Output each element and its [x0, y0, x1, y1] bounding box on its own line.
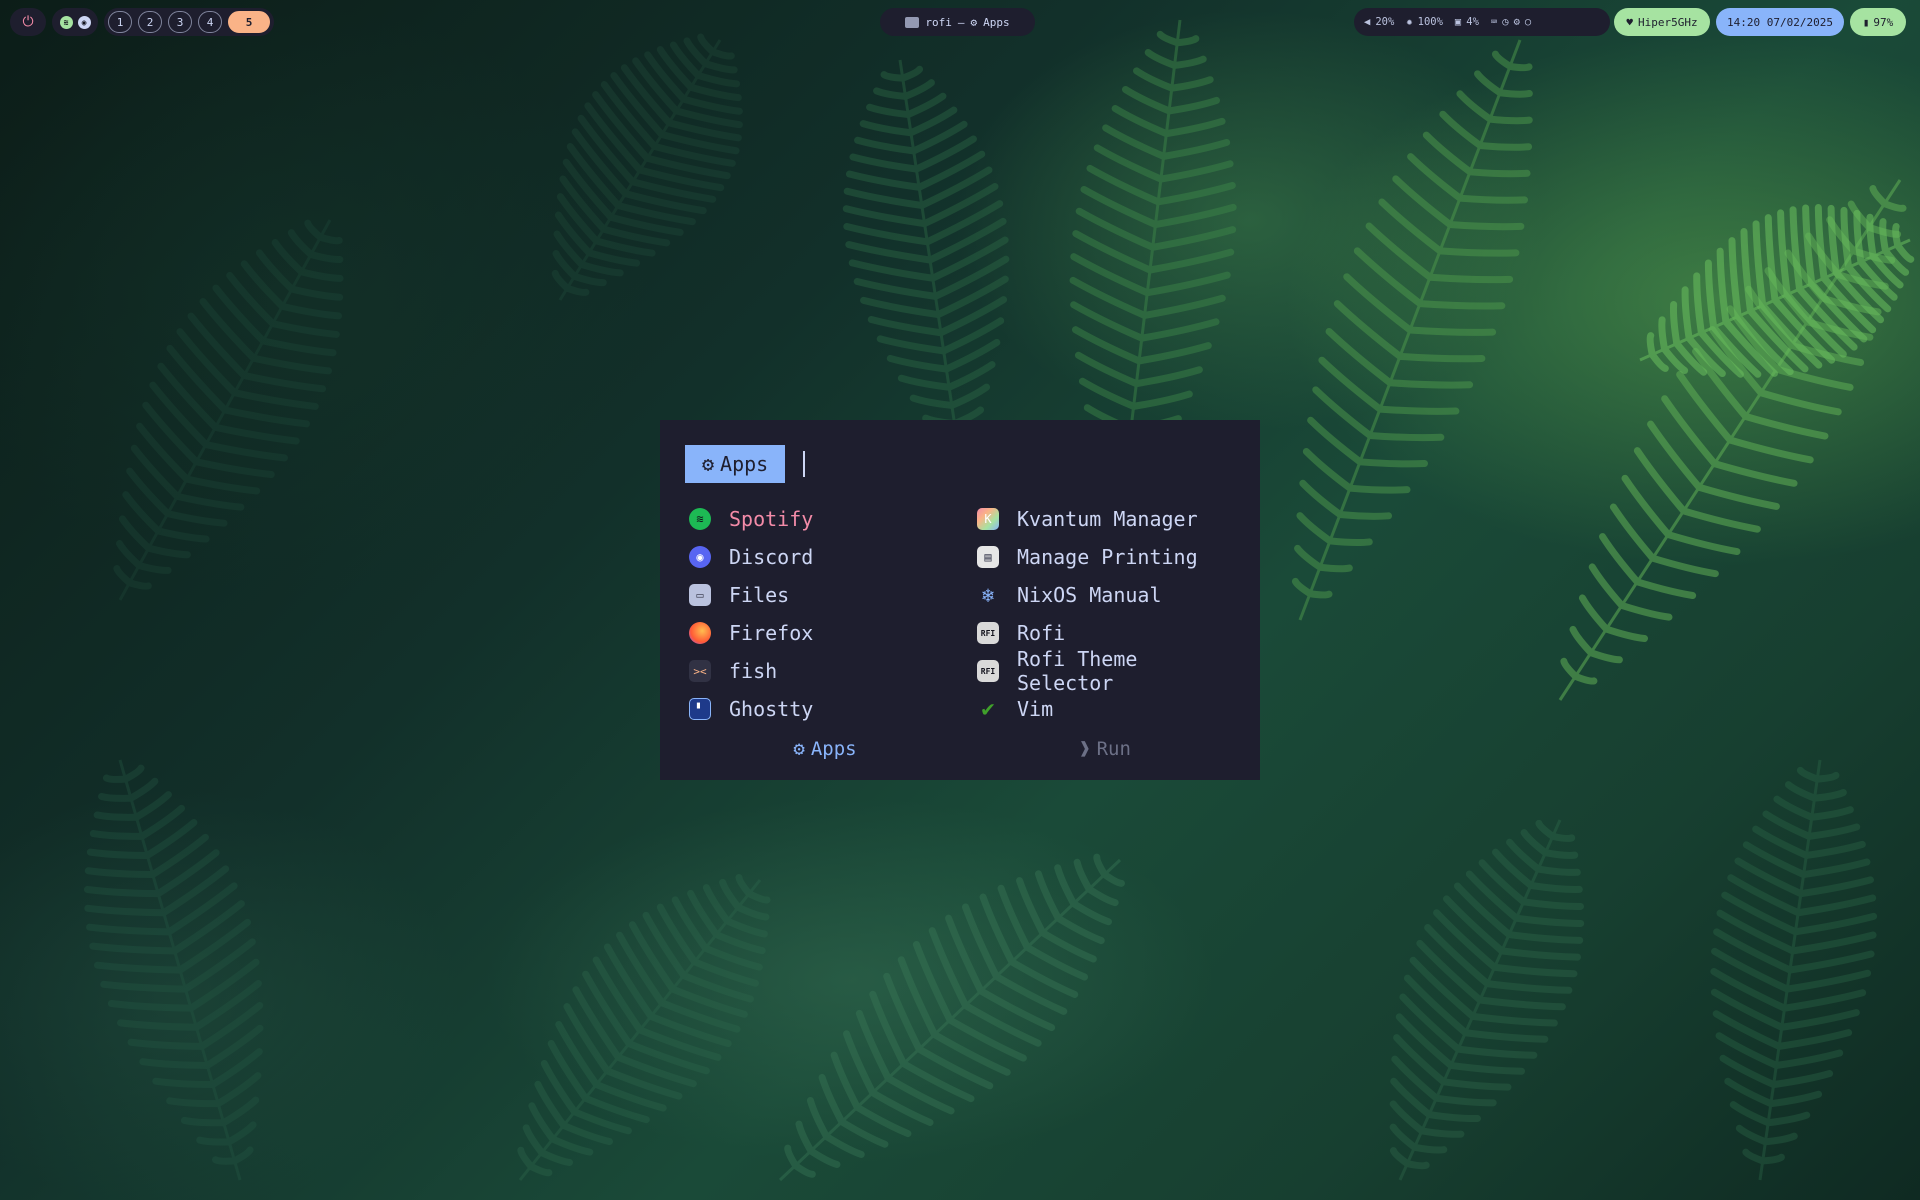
rofi-icon [905, 16, 920, 28]
rofi-entry-list: ≋ Spotify K Kvantum Manager ◉ Discord ▤ … [685, 500, 1245, 728]
gear-icon: ⚙ [970, 15, 978, 29]
entry-kvantum-manager[interactable]: K Kvantum Manager [973, 500, 1245, 538]
battery-value: 97% [1873, 15, 1894, 29]
spotify-icon[interactable]: ≋ [59, 15, 73, 29]
settings-icon[interactable]: ⚙ [1514, 16, 1520, 28]
discord-icon: ◉ [689, 546, 711, 568]
entry-rofi-theme-selector[interactable]: RFI Rofi Theme Selector [973, 647, 1245, 695]
entry-label: Vim [1017, 697, 1054, 721]
brightness-value: 100% [1417, 16, 1443, 28]
brightness-indicator[interactable]: ✹ 100% [1406, 16, 1443, 28]
entry-label: Manage Printing [1017, 545, 1198, 569]
keyboard-icon[interactable]: ⌨ [1491, 16, 1497, 28]
memory-value: 4% [1466, 16, 1479, 28]
entry-manage-printing[interactable]: ▤ Manage Printing [973, 538, 1245, 576]
workspace-3[interactable]: 3 [168, 11, 192, 33]
fern-frond [778, 853, 1125, 1182]
window-app-name: rofi [925, 15, 952, 29]
battery-indicator[interactable]: ▮ 97% [1850, 8, 1906, 36]
volume-icon: ◀ [1364, 16, 1371, 28]
mode-label: Run [1096, 738, 1131, 760]
fern-frond [1389, 819, 1585, 1181]
entry-label: Rofi [1017, 621, 1066, 645]
fern-frond [83, 759, 264, 1181]
entry-label: Rofi Theme Selector [1017, 647, 1138, 695]
entry-firefox[interactable]: Firefox [685, 614, 973, 652]
entry-label: fish [729, 659, 778, 683]
entry-label: Discord [729, 545, 814, 569]
memory-icon: ▣ [1454, 16, 1462, 28]
mode-label: Apps [810, 738, 857, 760]
vim-icon: ✔ [981, 696, 995, 722]
chevron-right-icon: ❱ [1079, 738, 1091, 760]
mode-run-button[interactable]: ❱ Run [965, 738, 1245, 760]
workspace-2[interactable]: 2 [138, 11, 162, 33]
workspace-5[interactable]: 5 [228, 11, 270, 33]
discord-icon[interactable]: ◉ [77, 15, 91, 29]
fern-frond [1291, 39, 1533, 621]
entry-spotify[interactable]: ≋ Spotify [685, 500, 973, 538]
entry-label: Spotify [729, 507, 814, 531]
volume-value: 20% [1375, 16, 1395, 28]
clock-text: 14:20 07/02/2025 [1727, 15, 1833, 29]
nixos-icon: ❄ [981, 583, 995, 607]
entry-nixos-manual[interactable]: ❄ NixOS Manual [973, 576, 1245, 614]
wifi-icon: ♥ [1626, 15, 1633, 29]
entry-vim[interactable]: ✔ Vim [973, 690, 1245, 728]
mode-apps-button[interactable]: ⚙ Apps [685, 738, 965, 760]
window-mode-name: Apps [983, 15, 1010, 29]
battery-icon: ▮ [1862, 15, 1870, 29]
system-status: ◀ 20% ✹ 100% ▣ 4% ⌨ ◷ ⚙ ○ [1354, 8, 1610, 36]
window-title-separator: – [957, 15, 965, 29]
circle-icon[interactable]: ○ [1525, 16, 1531, 28]
firefox-icon [689, 622, 711, 644]
fern-frond [1710, 759, 1878, 1181]
entry-discord[interactable]: ◉ Discord [685, 538, 973, 576]
entry-label: Firefox [729, 621, 814, 645]
fern-frond [551, 33, 743, 301]
rofi-inputbar: ⚙ Apps [685, 445, 806, 483]
tray-icons: ⌨ ◷ ⚙ ○ [1491, 16, 1531, 28]
workspace-1[interactable]: 1 [108, 11, 132, 33]
network-name: Hiper5GHz [1638, 15, 1698, 29]
clock-icon[interactable]: ◷ [1502, 16, 1508, 28]
memory-indicator[interactable]: ▣ 4% [1455, 16, 1479, 28]
entry-fish[interactable]: >< fish [685, 652, 973, 690]
workspace-4[interactable]: 4 [198, 11, 222, 33]
entry-label: Files [729, 583, 790, 607]
entry-ghostty[interactable]: ▘ Ghostty [685, 690, 973, 728]
fern-frond [842, 59, 1010, 461]
rofi-mode-switcher: ⚙ Apps ❱ Run [685, 738, 1245, 760]
volume-indicator[interactable]: ◀ 20% [1364, 16, 1394, 28]
power-icon: ⏻ [22, 14, 34, 30]
rofi-prompt: ⚙ Apps [685, 445, 786, 483]
gear-icon: ⚙ [793, 738, 805, 760]
rofi-launcher: ⚙ Apps ≋ Spotify K Kvantum Manager ◉ Dis… [660, 420, 1260, 780]
fern-frond [517, 874, 771, 1181]
entry-files[interactable]: ▭ Files [685, 576, 973, 614]
rofi-icon: RFI [977, 622, 999, 644]
entry-label: NixOS Manual [1017, 583, 1162, 607]
entry-label: Kvantum Manager [1017, 507, 1198, 531]
entry-label: Ghostty [729, 697, 814, 721]
fish-icon: >< [689, 660, 711, 682]
printer-icon: ▤ [977, 546, 999, 568]
pinned-apps: ≋ ◉ [52, 8, 98, 36]
spotify-icon: ≋ [689, 508, 711, 530]
gear-icon: ⚙ [702, 452, 715, 476]
rofi-icon: RFI [977, 660, 999, 682]
workspace-switcher: 1 2 3 4 5 [104, 8, 274, 36]
rofi-prompt-label: Apps [720, 452, 769, 476]
active-window-title: rofi – ⚙ Apps [880, 8, 1035, 36]
files-icon: ▭ [689, 584, 711, 606]
brightness-icon: ✹ [1406, 16, 1413, 28]
text-cursor [803, 451, 806, 477]
kvantum-icon: K [977, 508, 999, 530]
power-button[interactable]: ⏻ [10, 8, 46, 36]
clock[interactable]: 14:20 07/02/2025 [1716, 8, 1844, 36]
ghostty-icon: ▘ [689, 698, 711, 720]
network-indicator[interactable]: ♥ Hiper5GHz [1614, 8, 1710, 36]
fern-frond [1639, 204, 1915, 378]
fern-frond [113, 219, 344, 601]
